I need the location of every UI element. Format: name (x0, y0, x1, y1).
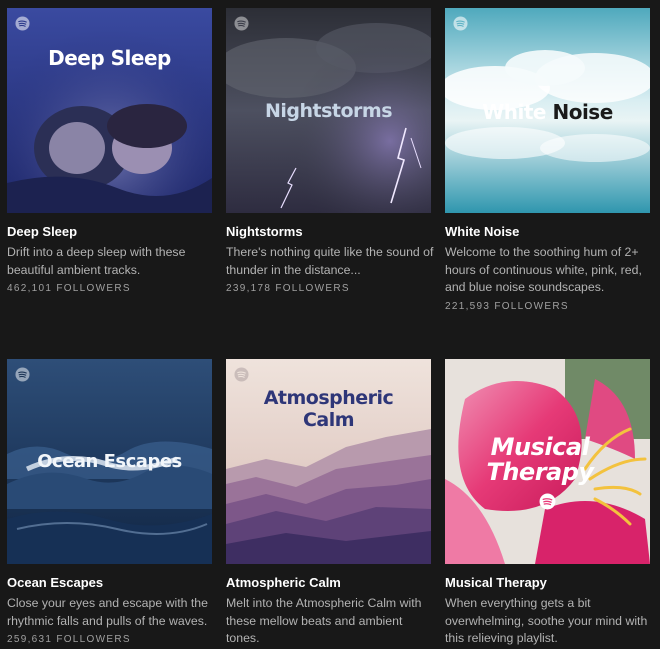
playlist-cover[interactable]: Deep Sleep (7, 8, 212, 213)
playlist-description: There's nothing quite like the sound of … (226, 245, 434, 277)
spotify-icon (15, 367, 30, 382)
cover-title: Atmospheric Calm (226, 387, 431, 431)
cover-title-line: Therapy (486, 458, 594, 486)
playlist-card[interactable]: Nightstorms Nightstorms There's nothing … (226, 8, 438, 294)
spotify-icon (539, 493, 556, 510)
playlist-name[interactable]: Nightstorms (226, 224, 438, 240)
cover-title: Deep Sleep (48, 46, 171, 70)
playlist-name[interactable]: Musical Therapy (445, 575, 657, 591)
spotify-icon (234, 367, 249, 382)
playlist-description: Close your eyes and escape with the rhyt… (7, 596, 208, 628)
playlist-description: Welcome to the soothing hum of 2+ hours … (445, 245, 642, 294)
playlist-card[interactable]: White Noise White Noise Welcome to the s… (445, 8, 657, 312)
followers-count: 239,178 FOLLOWERS (226, 283, 350, 294)
playlist-cover[interactable]: Musical Therapy (445, 359, 650, 564)
playlist-card[interactable]: Deep Sleep Deep Sleep Drift into a deep … (7, 8, 219, 294)
cover-art-sleeping-couple (7, 8, 212, 213)
followers-count: 462,101 FOLLOWERS (7, 283, 131, 294)
playlist-description: When everything gets a bit overwhelming,… (445, 596, 648, 645)
cover-title-line: Musical (490, 433, 590, 461)
spotify-icon (453, 16, 468, 31)
playlist-name[interactable]: Atmospheric Calm (226, 575, 438, 591)
cover-title: Ocean Escapes (37, 451, 182, 472)
playlist-cover[interactable]: White Noise (445, 8, 650, 213)
cover-title: Musical Therapy (445, 435, 650, 485)
cover-title-line: Atmospheric (263, 387, 394, 409)
cover-title: White Noise (445, 100, 650, 124)
spotify-icon (234, 16, 249, 31)
playlist-name[interactable]: Deep Sleep (7, 224, 219, 240)
playlist-description: Drift into a deep sleep with these beaut… (7, 245, 186, 277)
playlist-card[interactable]: Atmospheric Calm Atmospheric Calm Melt i… (226, 359, 438, 648)
followers-count: 221,593 FOLLOWERS (445, 300, 569, 312)
followers-count: 259,631 FOLLOWERS (7, 634, 131, 645)
playlist-name[interactable]: White Noise (445, 224, 657, 240)
playlist-cover[interactable]: Atmospheric Calm (226, 359, 431, 564)
playlist-card[interactable]: Musical Therapy Musical Therapy When eve… (445, 359, 657, 648)
playlist-cover[interactable]: Ocean Escapes (7, 359, 212, 564)
spotify-icon (15, 16, 30, 31)
playlist-name[interactable]: Ocean Escapes (7, 575, 219, 591)
playlist-cover[interactable]: Nightstorms (226, 8, 431, 213)
cover-title-part: White (482, 100, 546, 124)
cover-title-line: Calm (302, 409, 355, 431)
cover-title-part: Noise (552, 100, 613, 124)
playlist-description: Melt into the Atmospheric Calm with thes… (226, 596, 422, 645)
playlist-card[interactable]: Ocean Escapes Ocean Escapes Close your e… (7, 359, 219, 645)
cover-title: Nightstorms (264, 100, 393, 122)
